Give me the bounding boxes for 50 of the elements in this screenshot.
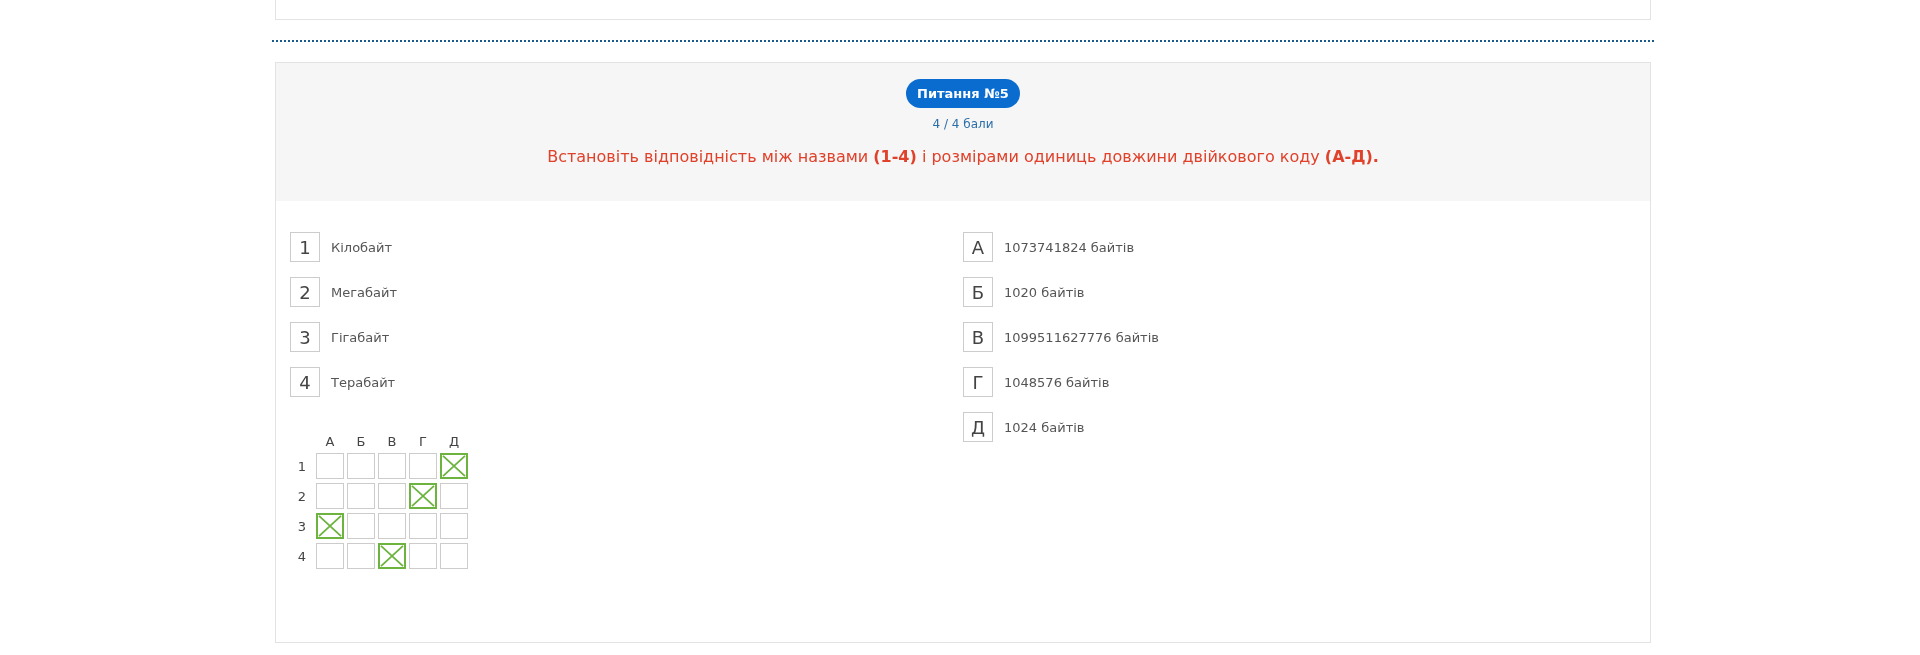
item-key: Г [963,367,993,397]
row-label: 3 [297,518,307,534]
answer-checkbox[interactable] [347,483,375,509]
item-text: Мегабайт [331,284,397,300]
question-prompt: Встановіть відповідність між назвами (1-4) і розмірами одиниць довжини двійкового коду (А-Д). [547,147,1379,166]
answer-checkbox[interactable] [378,513,406,539]
answer-checkbox[interactable] [378,483,406,509]
answer-checkbox[interactable] [440,453,468,479]
item-text: 1048576 байтів [1004,374,1110,390]
answer-checkbox[interactable] [316,543,344,569]
row-label: 2 [297,488,307,504]
answer-checkbox[interactable] [316,483,344,509]
item-key: Д [963,412,993,442]
answer-checkbox[interactable] [440,483,468,509]
answer-checkbox[interactable] [440,513,468,539]
answer-checkbox[interactable] [440,543,468,569]
item-text: 1099511627776 байтів [1004,329,1159,345]
item-text: Гігабайт [331,329,390,345]
row-label: 1 [297,458,307,474]
item-key: 4 [290,367,320,397]
column-label: Г [419,434,427,449]
answer-checkbox[interactable] [316,513,344,539]
item-key: Б [963,277,993,307]
item-text: 1024 байтів [1004,419,1085,435]
item-key: 3 [290,322,320,352]
answer-checkbox[interactable] [409,513,437,539]
answer-checkbox[interactable] [378,453,406,479]
score-text: 4 / 4 бали [932,117,994,131]
column-label: Б [356,434,366,449]
item-key: 1 [290,232,320,262]
item-key: В [963,322,993,352]
answer-checkbox[interactable] [409,483,437,509]
column-label: А [325,434,335,449]
item-key: 2 [290,277,320,307]
item-text: 1020 байтів [1004,284,1085,300]
answer-checkbox[interactable] [347,543,375,569]
answer-checkbox[interactable] [378,543,406,569]
row-label: 4 [297,548,307,564]
item-text: Терабайт [331,374,396,390]
answer-checkbox[interactable] [409,453,437,479]
question-badge: Питання №5 [906,79,1020,108]
answer-checkbox[interactable] [347,453,375,479]
answer-checkbox[interactable] [347,513,375,539]
column-label: В [387,434,397,449]
answer-checkbox[interactable] [316,453,344,479]
item-text: 1073741824 байтів [1004,239,1135,255]
answer-checkbox[interactable] [409,543,437,569]
item-text: Кілобайт [331,239,393,255]
item-key: А [963,232,993,262]
column-label: Д [448,434,460,449]
